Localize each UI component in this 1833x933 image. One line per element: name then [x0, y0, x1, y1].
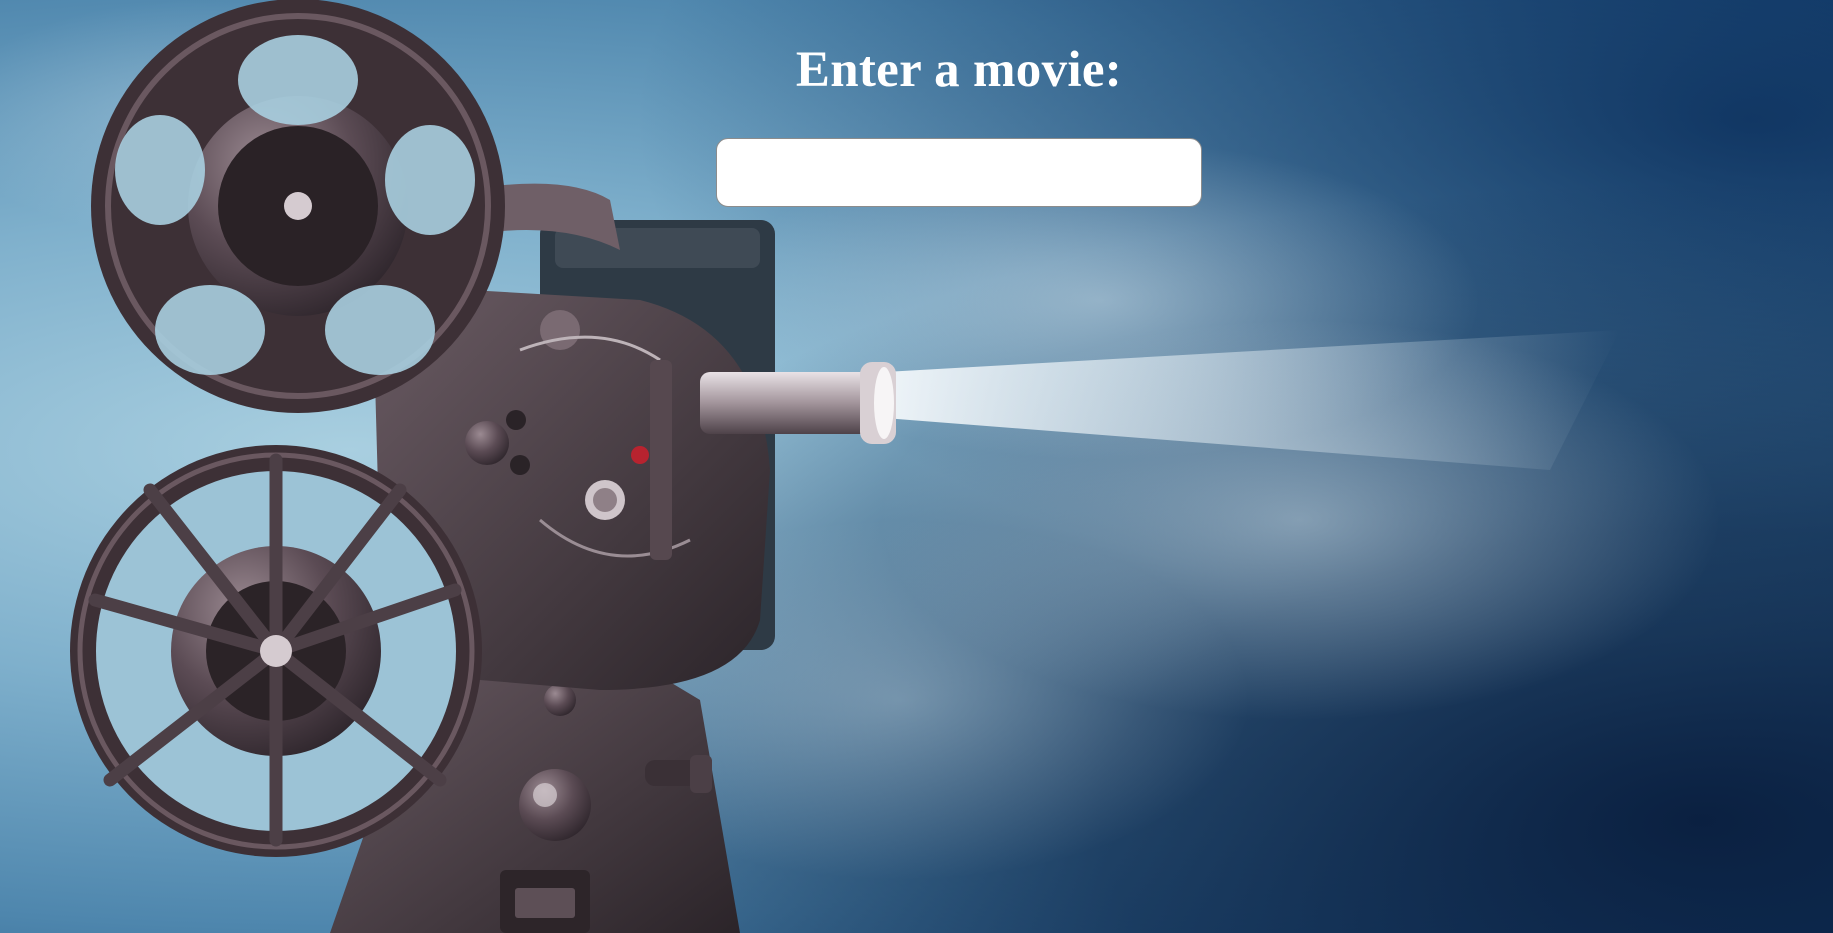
movie-search-input[interactable] [716, 138, 1202, 207]
lens [700, 372, 880, 434]
page-title: Enter a movie: [795, 42, 1123, 98]
lower-reel [70, 445, 482, 857]
page: Enter a movie: [0, 0, 1833, 933]
